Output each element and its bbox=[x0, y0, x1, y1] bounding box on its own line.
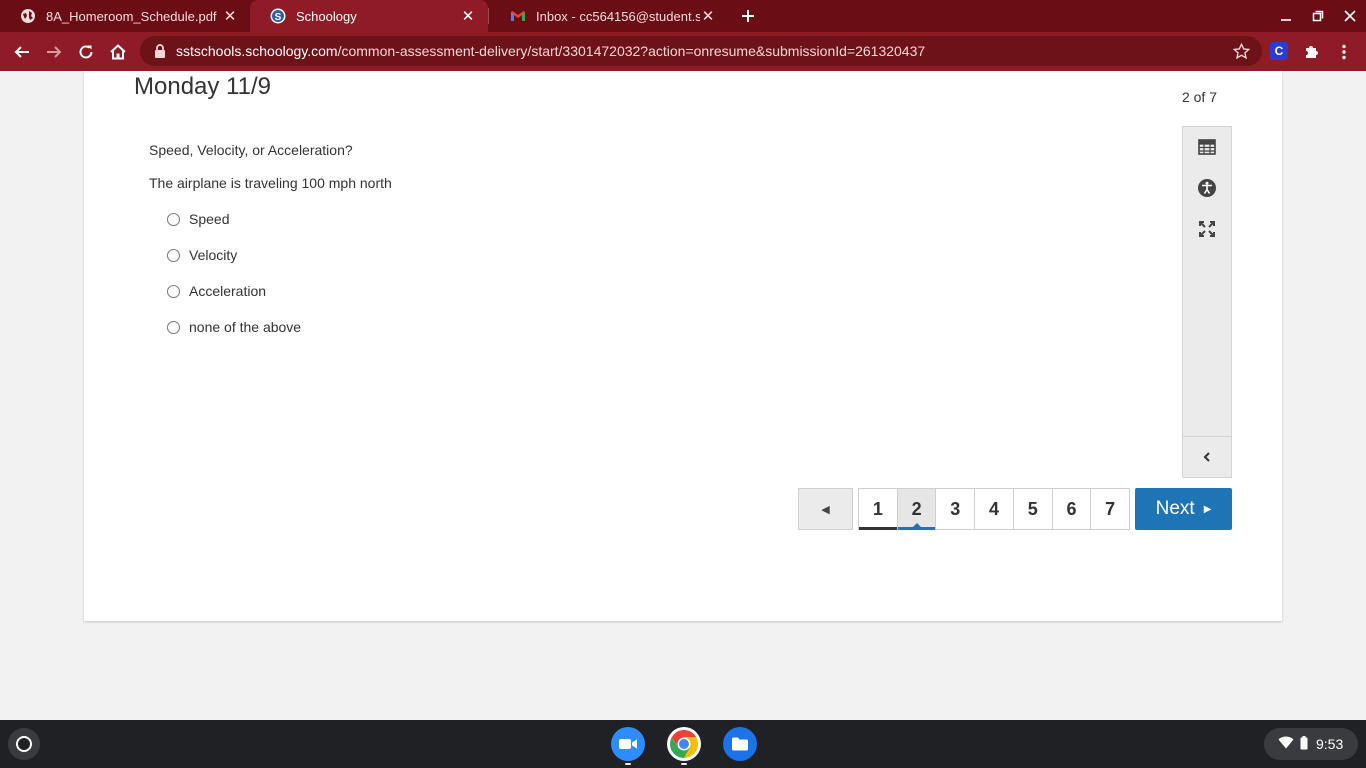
tab-homeroom-schedule[interactable]: 8A_Homeroom_Schedule.pdf ✕ bbox=[0, 0, 250, 32]
next-button[interactable]: Next ▶ bbox=[1135, 488, 1232, 530]
schoology-icon: S bbox=[270, 8, 286, 24]
page-title: Monday 11/9 bbox=[134, 73, 271, 100]
svg-text:S: S bbox=[275, 12, 282, 23]
running-indicator bbox=[625, 763, 631, 765]
close-icon bbox=[1344, 10, 1356, 22]
fullscreen-tool-button[interactable] bbox=[1195, 217, 1219, 241]
chevron-left-icon bbox=[1203, 452, 1210, 462]
accessibility-icon bbox=[1198, 179, 1216, 197]
radio-button[interactable] bbox=[167, 320, 180, 334]
triangle-left-icon: ◀ bbox=[821, 503, 830, 516]
collapse-panel-button[interactable] bbox=[1195, 445, 1219, 469]
new-tab-button[interactable] bbox=[736, 4, 760, 28]
choice-none-of-the-above[interactable]: none of the above bbox=[167, 309, 392, 345]
browser-toolbar: sstschools.schoology.com/common-assessme… bbox=[0, 32, 1366, 71]
arrow-left-icon bbox=[14, 46, 29, 58]
choice-acceleration[interactable]: Acceleration bbox=[167, 273, 392, 309]
url-path: /common-assessment-delivery/start/330147… bbox=[337, 43, 926, 59]
files-icon[interactable] bbox=[723, 727, 757, 761]
question-pager: 1 2 3 4 5 6 7 bbox=[858, 488, 1130, 530]
close-tab-icon[interactable]: ✕ bbox=[700, 8, 716, 25]
browser-menu-button[interactable] bbox=[1331, 39, 1357, 65]
assessment-card: Monday 11/9 2 of 7 Speed, Velocity, or A… bbox=[84, 71, 1282, 621]
page-button-3[interactable]: 3 bbox=[936, 489, 976, 529]
question-block: Speed, Velocity, or Acceleration? The ai… bbox=[149, 142, 392, 345]
gmail-icon bbox=[510, 8, 526, 24]
question-text: The airplane is traveling 100 mph north bbox=[149, 175, 392, 191]
page-button-4[interactable]: 4 bbox=[975, 489, 1014, 529]
close-window-button[interactable] bbox=[1338, 4, 1362, 28]
wifi-icon bbox=[1278, 736, 1294, 752]
home-button[interactable] bbox=[105, 39, 131, 65]
reload-icon bbox=[79, 45, 93, 59]
reload-button[interactable] bbox=[73, 39, 99, 65]
table-grid-icon bbox=[1198, 139, 1216, 155]
choice-label: Velocity bbox=[189, 247, 238, 263]
forward-button[interactable] bbox=[41, 39, 67, 65]
tab-title: Inbox - cc564156@student.ssttx bbox=[536, 8, 700, 24]
previous-question-button[interactable]: ◀ bbox=[798, 488, 853, 530]
minimize-button[interactable] bbox=[1274, 4, 1298, 28]
back-button[interactable] bbox=[9, 39, 35, 65]
home-icon bbox=[110, 44, 126, 60]
page-button-1[interactable]: 1 bbox=[859, 489, 898, 530]
bookmark-star-icon[interactable] bbox=[1232, 42, 1250, 60]
tab-separator bbox=[488, 8, 489, 24]
tab-gmail-inbox[interactable]: Inbox - cc564156@student.ssttx ✕ bbox=[490, 0, 728, 32]
answer-choices: Speed Velocity Acceleration none of the … bbox=[167, 201, 392, 345]
next-label: Next bbox=[1155, 498, 1195, 519]
question-prompt: Speed, Velocity, or Acceleration? bbox=[149, 142, 353, 158]
battery-icon bbox=[1300, 735, 1308, 753]
choice-label: Speed bbox=[189, 211, 230, 227]
globe-icon bbox=[20, 8, 36, 24]
panel-divider bbox=[1183, 436, 1231, 437]
lock-icon bbox=[154, 44, 168, 58]
restore-icon bbox=[1312, 10, 1324, 22]
extensions-button[interactable] bbox=[1299, 39, 1325, 65]
page-button-6[interactable]: 6 bbox=[1053, 489, 1092, 529]
radio-button[interactable] bbox=[167, 284, 180, 298]
extension-c-icon[interactable]: C bbox=[1270, 42, 1288, 60]
status-tray[interactable]: 9:53 bbox=[1264, 728, 1358, 760]
address-bar[interactable]: sstschools.schoology.com/common-assessme… bbox=[140, 36, 1262, 66]
triangle-right-icon: ▶ bbox=[1203, 503, 1212, 515]
url-host: sstschools.schoology.com bbox=[176, 43, 338, 59]
tools-panel bbox=[1182, 126, 1232, 478]
close-tab-icon[interactable]: ✕ bbox=[460, 8, 476, 25]
url-text: sstschools.schoology.com/common-assessme… bbox=[176, 43, 925, 59]
choice-label: Acceleration bbox=[189, 283, 267, 299]
page-button-5[interactable]: 5 bbox=[1014, 489, 1053, 529]
minimize-icon bbox=[1281, 19, 1291, 21]
tab-strip: 8A_Homeroom_Schedule.pdf ✕ S Schoology ✕… bbox=[0, 0, 1366, 32]
arrow-right-icon bbox=[47, 46, 62, 58]
clock: 9:53 bbox=[1316, 736, 1344, 752]
os-shelf: 9:53 bbox=[0, 720, 1366, 768]
choice-label: none of the above bbox=[189, 319, 302, 335]
tab-schoology[interactable]: S Schoology ✕ bbox=[250, 0, 488, 32]
kebab-menu-icon bbox=[1342, 44, 1346, 60]
close-tab-icon[interactable]: ✕ bbox=[222, 8, 238, 25]
page-viewport: Monday 11/9 2 of 7 Speed, Velocity, or A… bbox=[0, 71, 1366, 720]
plus-icon bbox=[742, 10, 754, 22]
restore-button[interactable] bbox=[1306, 4, 1330, 28]
chrome-icon[interactable] bbox=[667, 727, 701, 761]
launcher-button[interactable] bbox=[8, 728, 40, 760]
calculator-tool-button[interactable] bbox=[1195, 135, 1219, 159]
tab-title: Schoology bbox=[296, 8, 357, 24]
radio-button[interactable] bbox=[167, 248, 180, 262]
puzzle-icon bbox=[1306, 46, 1318, 58]
tab-title: 8A_Homeroom_Schedule.pdf bbox=[46, 8, 217, 24]
accessibility-tool-button[interactable] bbox=[1195, 176, 1219, 200]
question-counter: 2 of 7 bbox=[1181, 89, 1217, 105]
radio-button[interactable] bbox=[167, 212, 180, 226]
choice-velocity[interactable]: Velocity bbox=[167, 237, 392, 273]
page-button-2[interactable]: 2 bbox=[897, 489, 937, 530]
page-button-7[interactable]: 7 bbox=[1091, 489, 1129, 529]
running-indicator bbox=[681, 763, 687, 765]
zoom-icon[interactable] bbox=[611, 727, 645, 761]
expand-icon bbox=[1199, 221, 1215, 237]
choice-speed[interactable]: Speed bbox=[167, 201, 392, 237]
